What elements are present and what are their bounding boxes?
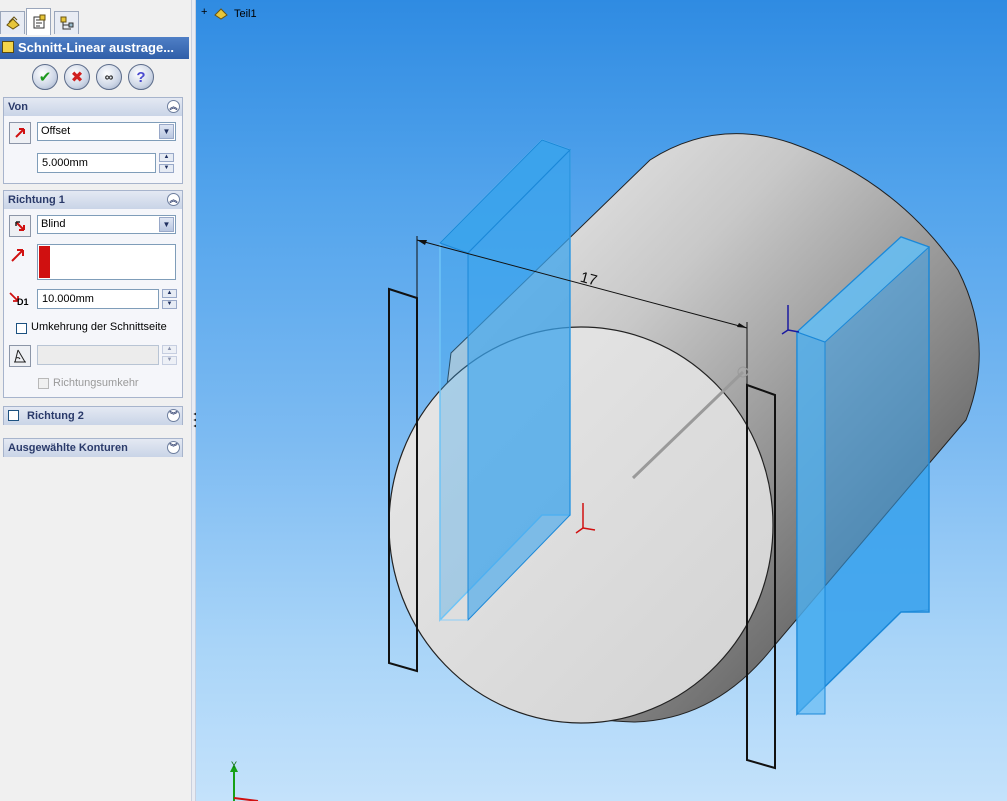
from-condition-select[interactable]: Offset ▼ [37,122,176,141]
direction-vector-icon [9,246,29,266]
draft-button[interactable] [9,345,31,367]
cancel-x-icon: ✖ [70,69,84,86]
spin-down-icon[interactable]: ▼ [162,300,177,309]
from-direction-button[interactable] [9,122,31,144]
cancel-button[interactable]: ✖ [64,64,90,90]
draft-reverse-checkbox[interactable] [38,378,49,389]
ok-checkmark-icon: ✔ [38,69,52,86]
help-button[interactable]: ? [128,64,154,90]
feature-manager-tab[interactable] [0,11,25,34]
dimension-arrow-left [417,240,427,245]
cut-preview-right-edge [796,331,826,715]
collapse-icon[interactable]: ︽ [167,100,180,113]
richtung2-group-title: Richtung 2 [27,410,84,422]
property-manager-icon [33,14,45,29]
richtung2-checkbox[interactable] [8,410,19,421]
offset-value-text: 5.000mm [42,157,88,169]
cut-extrude-icon [2,41,14,53]
collapse-icon[interactable]: ︽ [167,193,180,206]
property-manager-title-bar: Schnitt-Linear austrage... [0,37,189,59]
draft-angle-input[interactable] [37,345,159,365]
chevron-down-icon: ▼ [159,217,174,232]
direction-arrow-icon [15,128,25,138]
ok-button[interactable]: ✔ [32,64,58,90]
richtung1-group: Richtung 1 ︽ Blind ▼ D1 10.000mm ▲ ▼ Umk… [3,190,183,398]
help-icon: ? [136,68,146,86]
end-condition-select[interactable]: Blind ▼ [37,215,176,234]
von-group-header[interactable]: Von ︽ [4,98,182,116]
richtung2-group-header[interactable]: Richtung 2 ︾ [4,407,182,425]
triad-y-label: Y [231,760,237,770]
offset-value-input[interactable]: 5.000mm [37,153,156,173]
spin-up-icon[interactable]: ▲ [162,289,177,298]
spin-up-icon[interactable]: ▲ [162,345,177,354]
expand-icon[interactable]: ︾ [167,409,180,422]
von-group-title: Von [8,101,28,113]
depth-value-input[interactable]: 10.000mm [37,289,159,309]
property-manager-panel: Schnitt-Linear austrage... ✔ ✖ ∞ ? Von ︽… [0,0,192,801]
configuration-manager-tab[interactable] [54,11,79,34]
expand-icon[interactable]: ︾ [167,441,180,454]
konturen-group[interactable]: Ausgewählte Konturen ︾ [3,438,183,457]
draft-angle-icon [14,349,26,363]
richtung1-group-title: Richtung 1 [8,194,65,206]
manager-tabs [0,8,191,35]
spin-down-icon[interactable]: ▼ [159,164,174,173]
depth-spinner[interactable]: ▲ ▼ [162,289,177,309]
draft-reverse-label: Richtungsumkehr [53,377,139,389]
konturen-group-title: Ausgewählte Konturen [8,442,128,454]
detailed-preview-icon: ∞ [104,70,114,84]
from-condition-value: Offset [41,125,71,137]
model-scene[interactable]: 17 Y [196,0,1007,801]
reverse-direction-button[interactable] [9,215,31,237]
chevron-down-icon: ▼ [159,124,174,139]
direction-selection-box[interactable] [37,244,176,280]
spin-down-icon[interactable]: ▼ [162,356,177,365]
von-group: Von ︽ Offset ▼ 5.000mm ▲ ▼ [3,97,183,184]
depth-value-text: 10.000mm [42,293,94,305]
flip-side-checkbox[interactable] [16,323,27,334]
depth-icon-label: D1 [17,297,29,307]
offset-spinner[interactable]: ▲ ▼ [159,153,174,173]
richtung2-group[interactable]: Richtung 2 ︾ [3,406,183,425]
flip-side-label: Umkehrung der Schnittseite [31,321,167,333]
end-condition-value: Blind [41,218,66,230]
graphics-viewport[interactable]: + Teil1 17 Y [196,0,1007,801]
detailed-preview-button[interactable]: ∞ [96,64,122,90]
konturen-group-header[interactable]: Ausgewählte Konturen ︾ [4,439,182,457]
property-manager-tab[interactable] [26,8,51,35]
richtung1-group-header[interactable]: Richtung 1 ︽ [4,191,182,209]
spin-up-icon[interactable]: ▲ [159,153,174,162]
depth-icon: D1 [8,289,32,309]
draft-spinner[interactable]: ▲ ▼ [162,345,177,365]
property-manager-title: Schnitt-Linear austrage... [18,40,175,55]
reverse-direction-icon [15,221,25,231]
feature-manager-icon [5,16,20,30]
configuration-manager-icon [60,16,73,30]
reference-triad: Y [230,760,259,801]
selection-color-swatch [39,246,50,278]
